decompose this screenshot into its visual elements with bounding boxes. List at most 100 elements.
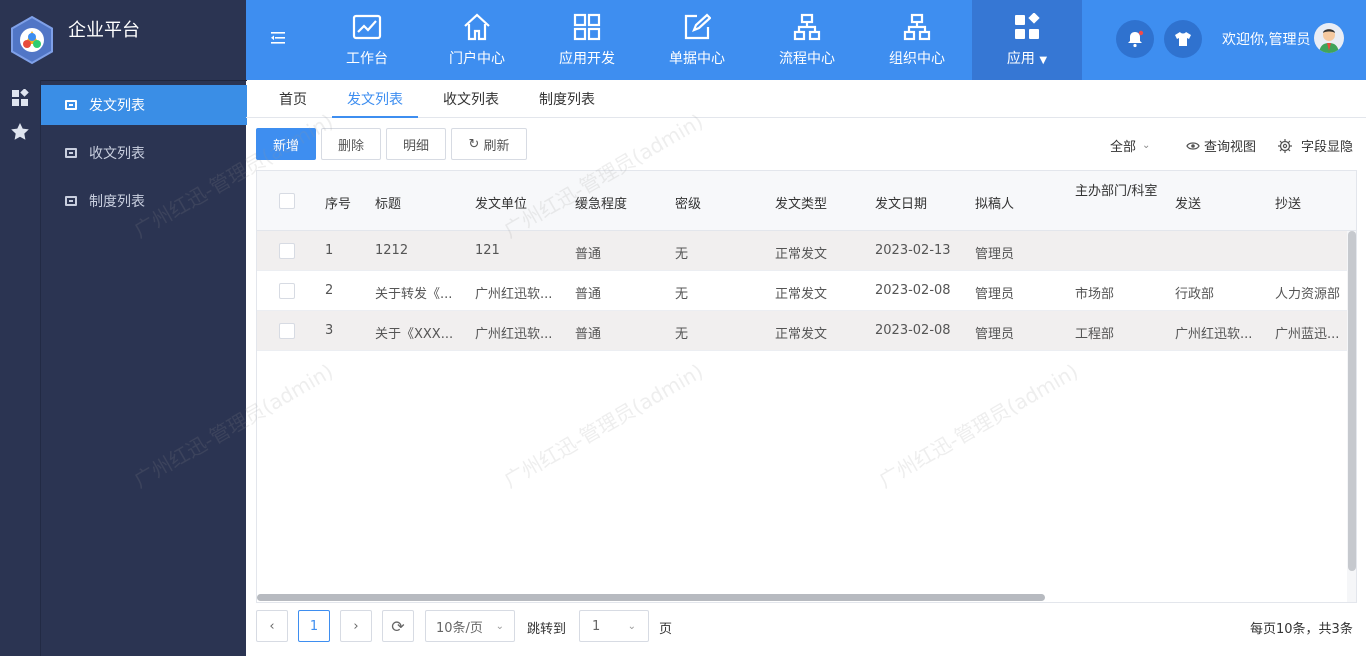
nav-label: 门户中心 [449, 51, 505, 67]
avatar[interactable] [1314, 23, 1344, 53]
nav-portal-center[interactable]: 门户中心 [422, 0, 532, 80]
refresh-icon: ↻ [468, 136, 480, 152]
column-header[interactable]: 序号 [325, 193, 351, 212]
column-header[interactable]: 发文单位 [475, 193, 527, 212]
column-header[interactable]: 标题 [375, 193, 401, 212]
reload-button[interactable]: ⟳ [382, 610, 414, 642]
select-all-checkbox[interactable] [279, 193, 295, 209]
bell-icon [1128, 30, 1144, 48]
tab-send-list[interactable]: 发文列表 [332, 80, 418, 118]
tab-policy-list[interactable]: 制度列表 [524, 80, 610, 118]
app-title: 企业平台 [68, 20, 140, 41]
cell-index: 3 [325, 323, 334, 338]
row-checkbox[interactable] [279, 323, 295, 339]
list-icon [65, 148, 77, 158]
logo-icon [8, 15, 56, 65]
column-header[interactable]: 主办部门/科室 [1075, 182, 1167, 202]
column-header[interactable]: 发文日期 [875, 193, 927, 212]
pagination-summary: 每页10条，共3条 [1250, 622, 1353, 637]
horizontal-scrollbar-thumb[interactable] [257, 594, 1045, 601]
chevron-left-icon: ‹ [269, 618, 275, 634]
star-icon[interactable] [10, 122, 30, 142]
cell-cc: 广州蓝迅... [1275, 327, 1340, 342]
menu-collapse-icon[interactable] [268, 28, 288, 48]
add-button[interactable]: 新增 [256, 128, 316, 160]
page-number-current[interactable]: 1 [298, 610, 330, 642]
jump-page-select[interactable]: 1 ⌄ [579, 610, 649, 642]
welcome-text: 欢迎你,管理员 [1222, 32, 1311, 48]
detail-button[interactable]: 明细 [386, 128, 446, 160]
sidebar-item-label: 发文列表 [89, 98, 145, 114]
cell-date: 2023-02-08 [875, 283, 951, 298]
row-checkbox[interactable] [279, 283, 295, 299]
nav-app-dev[interactable]: 应用开发 [532, 0, 642, 80]
table-row[interactable]: 2 关于转发《... 广州红迅软... 普通 无 正常发文 2023-02-08… [257, 271, 1356, 311]
cell-urgency: 普通 [575, 287, 602, 302]
cell-type: 正常发文 [775, 327, 828, 342]
tab-receive-list[interactable]: 收文列表 [428, 80, 514, 118]
page-suffix: 页 [659, 622, 673, 637]
table-header: 序号 标题 发文单位 缓急程度 密级 发文类型 发文日期 拟稿人 主办部门/科室… [257, 171, 1356, 231]
nav-label: 组织中心 [889, 51, 945, 67]
sidebar: 发文列表 收文列表 制度列表 [40, 80, 247, 656]
sidebar-item-send-list[interactable]: 发文列表 [41, 85, 247, 125]
cell-dept: 市场部 [1075, 287, 1115, 302]
flow-icon [792, 12, 822, 42]
next-page-button[interactable]: › [340, 610, 372, 642]
sidebar-item-policy-list[interactable]: 制度列表 [41, 181, 247, 221]
apps-icon [1012, 12, 1042, 42]
grid-icon [572, 12, 602, 42]
data-table: 序号 标题 发文单位 缓急程度 密级 发文类型 发文日期 拟稿人 主办部门/科室… [256, 170, 1357, 603]
notification-button[interactable] [1116, 20, 1154, 58]
table-row[interactable]: 1 1212 121 普通 无 正常发文 2023-02-13 管理员 [257, 231, 1356, 271]
nav-document-center[interactable]: 单据中心 [642, 0, 752, 80]
nav-label: 单据中心 [669, 51, 725, 67]
vertical-scrollbar-thumb[interactable] [1348, 231, 1356, 571]
field-toggle-button[interactable]: 字段显隐 [1278, 136, 1353, 155]
table-row[interactable]: 3 关于《XXX... 广州红迅软... 普通 无 正常发文 2023-02-0… [257, 311, 1356, 351]
nav-workbench[interactable]: 工作台 [312, 0, 422, 80]
column-header[interactable]: 拟稿人 [975, 193, 1014, 212]
cell-type: 正常发文 [775, 247, 828, 262]
sidebar-item-label: 制度列表 [89, 194, 145, 210]
cell-unit: 广州红迅软... [475, 287, 553, 302]
nav-process-center[interactable]: 流程中心 [752, 0, 862, 80]
query-view-button[interactable]: 查询视图 [1186, 136, 1256, 155]
nav-org-center[interactable]: 组织中心 [862, 0, 972, 80]
delete-button[interactable]: 删除 [321, 128, 381, 160]
logo-area: 企业平台 [0, 0, 246, 80]
left-rail [0, 0, 40, 656]
gear-icon [1278, 138, 1292, 153]
nav-label: 应用开发 [559, 51, 615, 67]
nav-apps-dropdown[interactable]: 应用 ▼ [972, 0, 1082, 80]
sidebar-item-receive-list[interactable]: 收文列表 [41, 133, 247, 173]
query-view-label: 查询视图 [1204, 140, 1257, 155]
filter-dropdown[interactable]: 全部 ⌄ [1110, 136, 1150, 155]
edit-icon [682, 12, 712, 42]
eye-icon [1186, 141, 1200, 150]
column-header[interactable]: 发文类型 [775, 193, 827, 212]
row-checkbox[interactable] [279, 243, 295, 259]
theme-button[interactable] [1164, 20, 1202, 58]
refresh-label: 刷新 [483, 138, 510, 154]
column-header[interactable]: 密级 [675, 193, 701, 212]
filter-label: 全部 [1110, 140, 1137, 155]
page-size-select[interactable]: 10条/页 ⌄ [425, 610, 515, 642]
cell-cc: 人力资源部 [1275, 287, 1341, 302]
column-header[interactable]: 缓急程度 [575, 193, 627, 212]
caret-down-icon: ▼ [1039, 55, 1048, 66]
tab-home[interactable]: 首页 [268, 80, 318, 118]
cell-drafter: 管理员 [975, 247, 1015, 262]
cell-title: 关于转发《... [375, 287, 453, 302]
column-header[interactable]: 抄送 [1275, 193, 1301, 212]
chevron-down-icon: ⌄ [1142, 140, 1151, 151]
refresh-button[interactable]: ↻ 刷新 [451, 128, 527, 160]
home-icon [462, 12, 492, 42]
list-icon [65, 196, 77, 206]
field-toggle-label: 字段显隐 [1301, 140, 1354, 155]
nav-label: 工作台 [346, 51, 388, 67]
cell-title: 关于《XXX... [375, 327, 454, 342]
prev-page-button[interactable]: ‹ [256, 610, 288, 642]
column-header[interactable]: 发送 [1175, 193, 1201, 212]
apps-icon[interactable] [10, 88, 30, 108]
